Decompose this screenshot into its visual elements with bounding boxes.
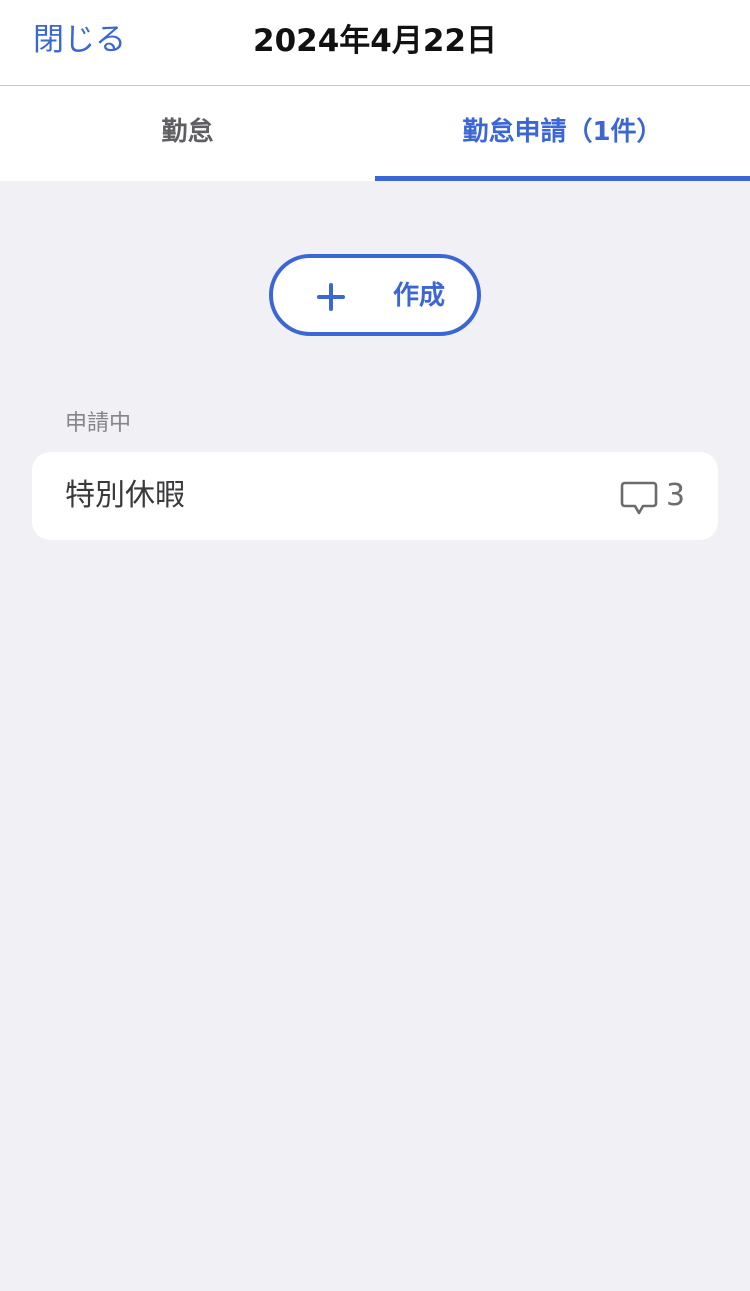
section-header-pending: 申請中 <box>65 411 132 436</box>
create-button-label: 作成 <box>393 281 446 311</box>
tab-attendance-requests[interactable]: 勤怠申請（1件） <box>375 86 750 181</box>
create-button[interactable]: 作成 <box>269 254 481 336</box>
plus-icon <box>317 283 345 311</box>
comment-icon <box>619 480 659 516</box>
request-item[interactable]: 特別休暇 3 <box>32 452 718 540</box>
page-title: 2024年4月22日 <box>253 23 497 59</box>
navigation-bar: 閉じる 2024年4月22日 <box>0 0 750 86</box>
tab-attendance[interactable]: 勤怠 <box>0 86 375 181</box>
request-title: 特別休暇 <box>65 478 185 513</box>
tab-bar: 勤怠 勤怠申請（1件） <box>0 86 750 181</box>
comment-count: 3 <box>666 478 686 513</box>
